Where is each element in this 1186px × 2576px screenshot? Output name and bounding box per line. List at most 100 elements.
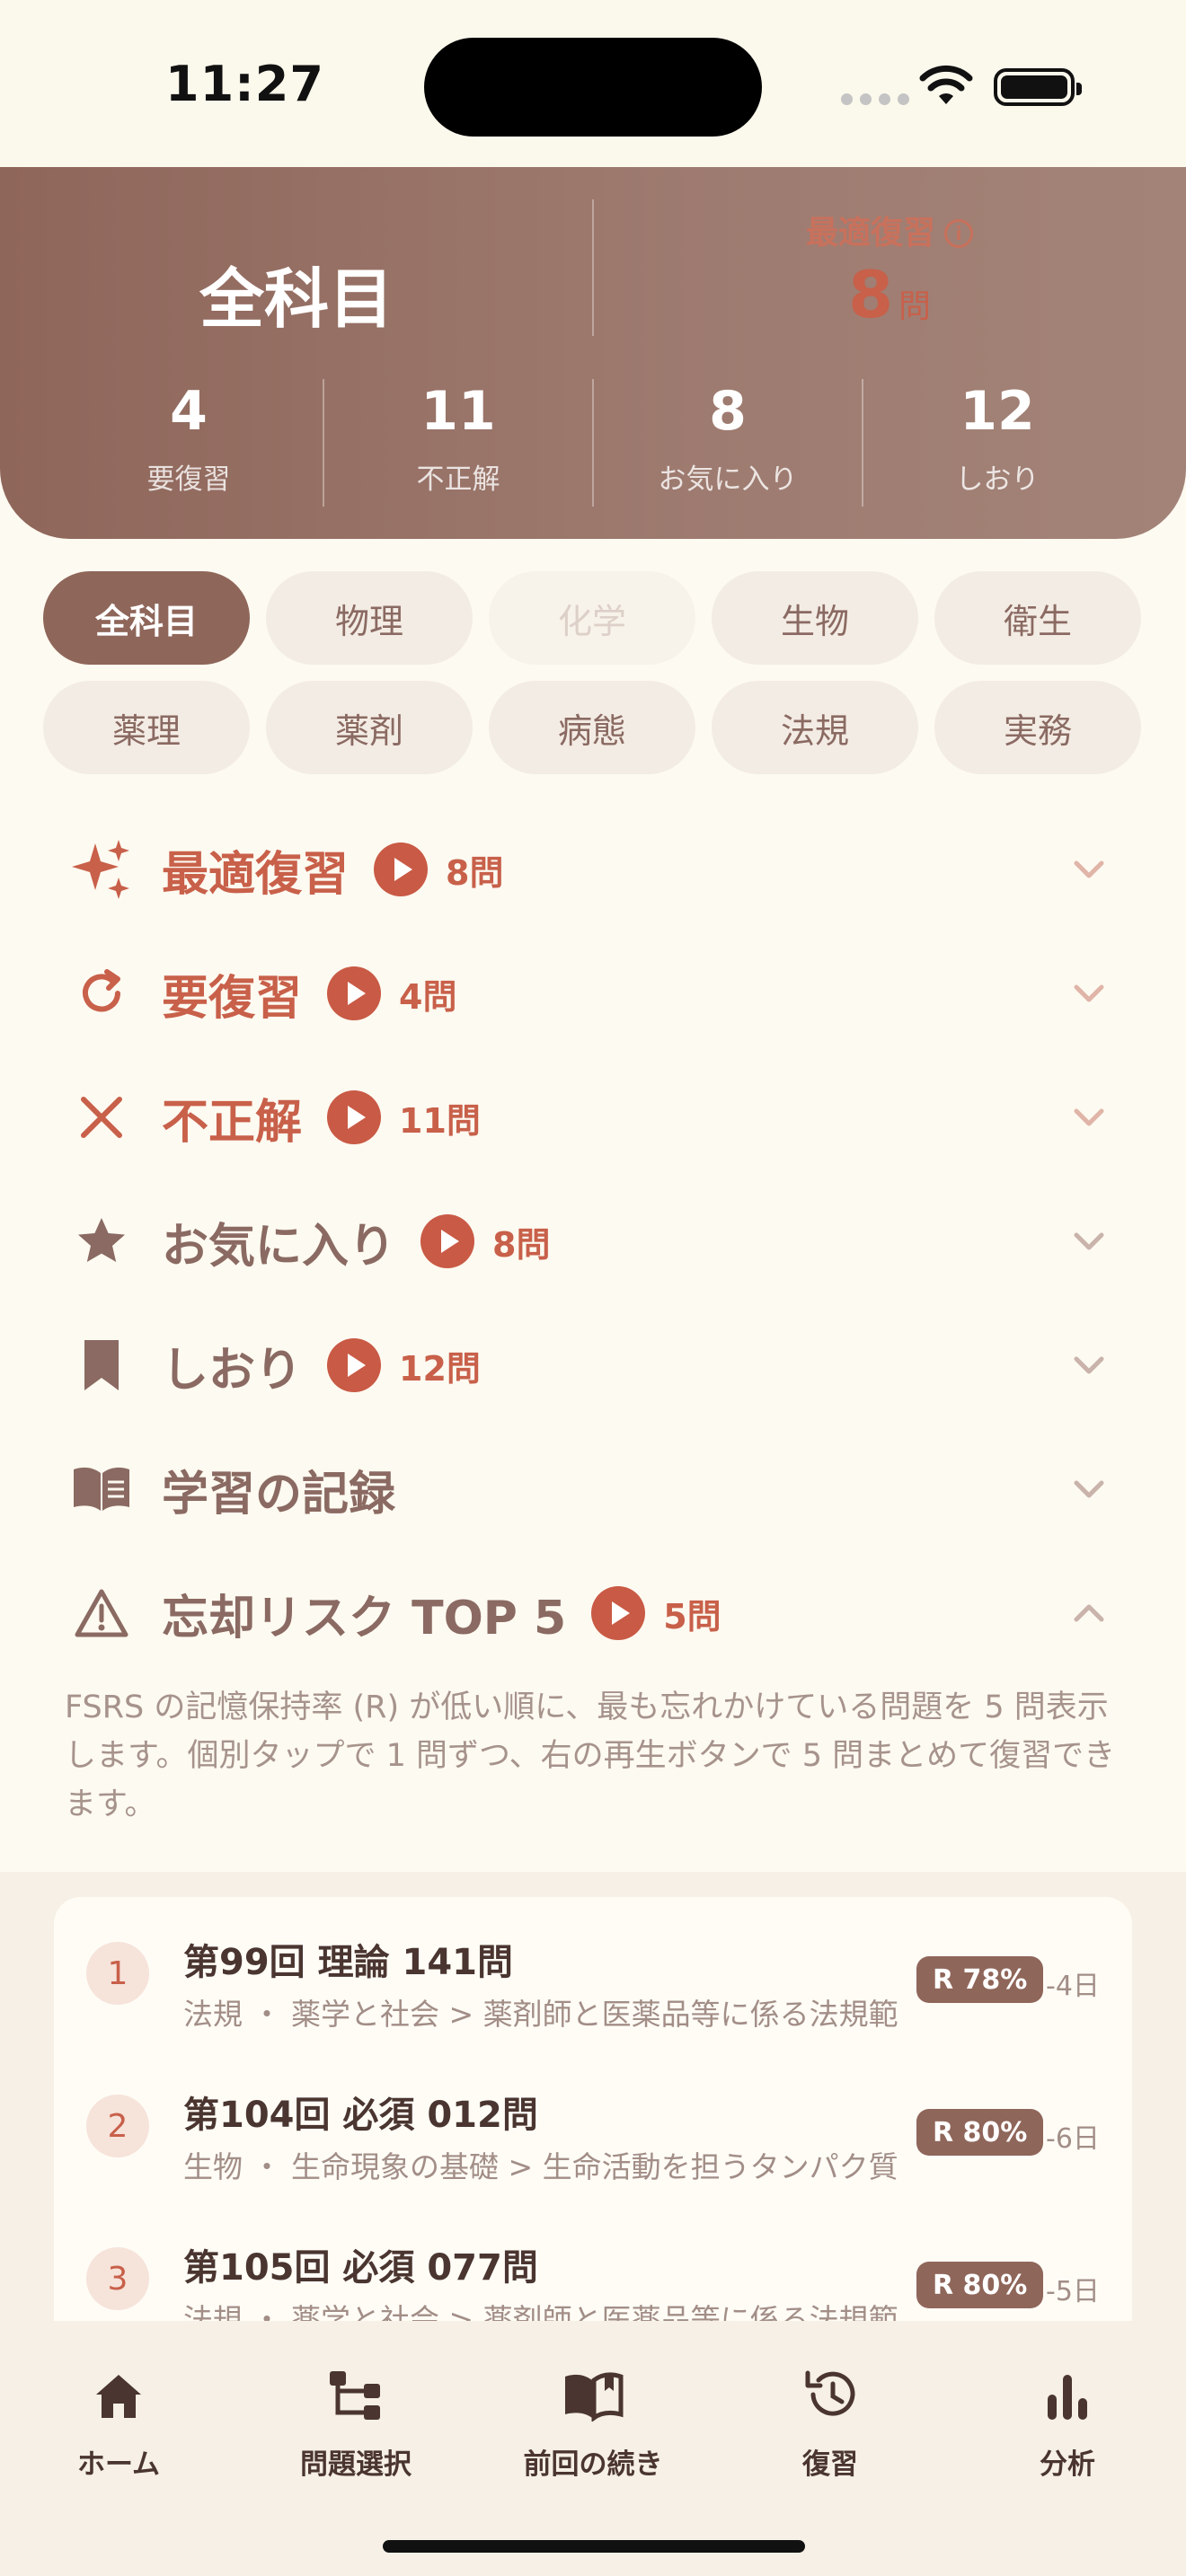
x-mark-icon bbox=[70, 1086, 133, 1149]
bar-chart-icon bbox=[1048, 2375, 1087, 2420]
stat-bookmarks[interactable]: 12 しおり bbox=[863, 379, 1132, 514]
stat-label: 要復習 bbox=[146, 463, 231, 496]
retention-badge: R 80% bbox=[916, 2109, 1044, 2156]
book-icon bbox=[70, 1458, 133, 1521]
stat-label: しおり bbox=[955, 463, 1040, 496]
chip-hygiene[interactable]: 衛生 bbox=[934, 571, 1141, 665]
retention-badge: R 80% bbox=[916, 2262, 1044, 2308]
chip-biology[interactable]: 生物 bbox=[712, 571, 918, 665]
days-overdue: -5日 bbox=[1046, 2276, 1100, 2307]
chevron-down-icon[interactable] bbox=[1071, 1223, 1107, 1259]
section-incorrect[interactable]: 不正解 11問 bbox=[0, 1063, 1186, 1171]
section-title: 不正解 11問 bbox=[162, 1084, 481, 1151]
tab-question-select[interactable]: 問題選択 bbox=[248, 2357, 464, 2482]
chevron-down-icon[interactable] bbox=[1071, 975, 1107, 1011]
stat-incorrect[interactable]: 11 不正解 bbox=[323, 379, 593, 514]
question-path: 法規 ・ 薬学と社会 > 薬剤師と医薬品等に係る法規範 bbox=[183, 1997, 898, 2032]
chip-all[interactable]: 全科目 bbox=[43, 571, 250, 665]
section-title: 学習の記録 bbox=[162, 1456, 395, 1523]
status-time: 11:27 bbox=[165, 56, 324, 112]
tab-label: 前回の続き bbox=[523, 2448, 663, 2481]
battery-icon bbox=[994, 68, 1082, 106]
status-bar: 11:27 bbox=[0, 0, 1186, 167]
play-icon[interactable] bbox=[327, 1090, 382, 1144]
info-icon[interactable]: i bbox=[944, 219, 973, 248]
question-count: 11問 bbox=[399, 1100, 481, 1141]
stat-label: 不正解 bbox=[416, 463, 500, 496]
dynamic-island bbox=[424, 38, 762, 137]
list-item[interactable]: 1 第99回 理論 141問 法規 ・ 薬学と社会 > 薬剤師と医薬品等に係る法… bbox=[54, 1897, 1132, 2050]
sparkles-icon bbox=[70, 838, 133, 901]
section-title: お気に入り 8問 bbox=[162, 1208, 550, 1275]
stat-value: 4 bbox=[170, 380, 208, 443]
section-optimal-review[interactable]: 最適復習 8問 bbox=[0, 816, 1186, 923]
section-forgetting-risk[interactable]: 忘却リスク TOP 5 5問 bbox=[0, 1559, 1186, 1667]
tab-analysis[interactable]: 分析 bbox=[960, 2357, 1175, 2482]
play-icon[interactable] bbox=[327, 966, 382, 1020]
chip-law[interactable]: 法規 bbox=[712, 681, 918, 774]
play-icon[interactable] bbox=[591, 1586, 646, 1640]
history-icon bbox=[805, 2370, 855, 2416]
stat-divider bbox=[862, 379, 863, 507]
question-count: 8問 bbox=[446, 852, 504, 893]
chevron-down-icon[interactable] bbox=[1071, 1099, 1107, 1135]
retention-badge: R 78% bbox=[916, 1956, 1044, 2003]
question-count: 12問 bbox=[399, 1348, 481, 1389]
stat-label: お気に入り bbox=[658, 463, 798, 496]
stat-review-needed[interactable]: 4 要復習 bbox=[54, 379, 323, 514]
chip-pharmaceutics[interactable]: 薬剤 bbox=[266, 681, 473, 774]
play-icon[interactable] bbox=[420, 1214, 475, 1268]
risk-list: 1 第99回 理論 141問 法規 ・ 薬学と社会 > 薬剤師と医薬品等に係る法… bbox=[54, 1897, 1132, 2321]
section-review-needed[interactable]: 要復習 4問 bbox=[0, 940, 1186, 1047]
chevron-up-icon[interactable] bbox=[1071, 1595, 1107, 1631]
tab-label: ホーム bbox=[76, 2448, 161, 2481]
optimal-count-number: 8 bbox=[847, 257, 894, 332]
header-title: 全科目 bbox=[199, 261, 394, 337]
section-study-history[interactable]: 学習の記録 bbox=[0, 1435, 1186, 1543]
rank-badge: 1 bbox=[86, 1942, 149, 2005]
section-title-text: 学習の記録 bbox=[162, 1467, 396, 1522]
list-item[interactable]: 3 第105回 必須 077問 法規 ・ 薬学と社会 > 薬剤師と医薬品等に係る… bbox=[54, 2202, 1132, 2321]
play-icon[interactable] bbox=[327, 1338, 382, 1392]
bookmark-icon bbox=[70, 1334, 133, 1397]
play-icon[interactable] bbox=[374, 842, 429, 896]
section-favorites[interactable]: お気に入り 8問 bbox=[0, 1187, 1186, 1295]
tab-review[interactable]: 復習 bbox=[722, 2357, 938, 2482]
home-icon bbox=[96, 2375, 141, 2418]
chip-pharmacology[interactable]: 薬理 bbox=[43, 681, 250, 774]
rank-badge: 2 bbox=[86, 2095, 149, 2157]
tab-home[interactable]: ホーム bbox=[11, 2357, 226, 2482]
refresh-icon bbox=[70, 962, 133, 1025]
optimal-review-label[interactable]: 最適復習 i bbox=[593, 207, 1186, 253]
chip-pathology[interactable]: 病態 bbox=[489, 681, 695, 774]
home-indicator[interactable] bbox=[383, 2540, 805, 2553]
subject-filter: 全科目 物理 化学 生物 衛生 薬理 薬剤 病態 法規 実務 bbox=[43, 571, 1143, 774]
chip-chemistry: 化学 bbox=[489, 571, 695, 665]
chevron-down-icon[interactable] bbox=[1071, 1347, 1107, 1383]
section-bookmarks[interactable]: しおり 12問 bbox=[0, 1311, 1186, 1419]
chip-practice[interactable]: 実務 bbox=[934, 681, 1141, 774]
optimal-review-count: 8問 bbox=[593, 257, 1186, 332]
tab-continue[interactable]: 前回の続き bbox=[485, 2357, 701, 2482]
chevron-down-icon[interactable] bbox=[1071, 1471, 1107, 1507]
stat-divider bbox=[592, 379, 594, 507]
chevron-down-icon[interactable] bbox=[1071, 851, 1107, 887]
tab-label: 問題選択 bbox=[300, 2448, 412, 2481]
question-count: 5問 bbox=[663, 1596, 721, 1636]
star-icon bbox=[70, 1210, 133, 1273]
section-title-text: 忘却リスク TOP 5 bbox=[162, 1591, 567, 1645]
stat-value: 12 bbox=[960, 380, 1035, 443]
days-overdue: -6日 bbox=[1046, 2123, 1100, 2155]
open-book-icon bbox=[565, 2372, 624, 2422]
optimal-count-unit: 問 bbox=[898, 288, 932, 325]
tab-label: 分析 bbox=[1040, 2448, 1095, 2481]
stat-favorites[interactable]: 8 お気に入り bbox=[593, 379, 863, 514]
question-count: 8問 bbox=[492, 1224, 551, 1265]
question-count: 4問 bbox=[399, 976, 457, 1017]
section-title-text: お気に入り bbox=[162, 1219, 396, 1274]
list-item[interactable]: 2 第104回 必須 012問 生物 ・ 生命現象の基礎 > 生命活動を担うタン… bbox=[54, 2050, 1132, 2202]
chip-physics[interactable]: 物理 bbox=[266, 571, 473, 665]
section-title-text: しおり bbox=[162, 1343, 303, 1398]
section-title: 最適復習 8問 bbox=[162, 836, 503, 904]
stat-value: 11 bbox=[420, 380, 496, 443]
